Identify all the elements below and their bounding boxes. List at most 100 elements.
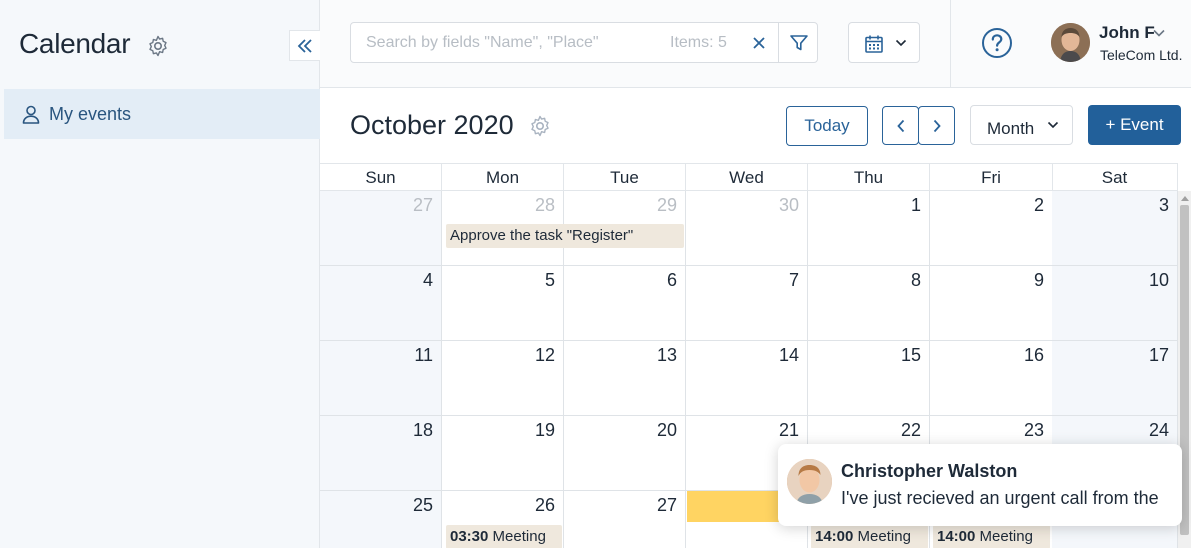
divider <box>950 0 951 88</box>
day-number: 8 <box>910 270 921 290</box>
event-time: 14:00 <box>815 528 854 545</box>
day-number: 5 <box>544 270 555 290</box>
day-cell[interactable]: 14 <box>686 341 808 416</box>
day-number: 12 <box>534 345 555 365</box>
day-number: 6 <box>666 270 677 290</box>
day-number: 4 <box>422 270 433 290</box>
day-number: 28 <box>534 195 555 215</box>
day-number: 16 <box>1023 345 1044 365</box>
weekday-header: Thu <box>808 164 930 191</box>
collapse-sidebar-button[interactable] <box>289 30 320 61</box>
weekday-header: Fri <box>930 164 1053 191</box>
event-meeting-thu[interactable]: 14:00 Meeting <box>811 525 928 548</box>
day-number: 15 <box>900 345 921 365</box>
event-title: Meeting <box>979 528 1033 545</box>
day-cell[interactable]: 12 <box>442 341 564 416</box>
chevron-down-icon[interactable] <box>1152 28 1166 38</box>
day-cell[interactable]: 15 <box>808 341 930 416</box>
day-cell[interactable]: 5 <box>442 266 564 341</box>
user-name[interactable]: John F <box>1099 23 1155 43</box>
event-title: Approve the task "Register" <box>450 227 634 244</box>
filter-button[interactable] <box>779 23 818 62</box>
highlighted-event[interactable] <box>687 491 781 522</box>
weekday-header: Tue <box>564 164 686 191</box>
user-avatar[interactable] <box>1051 23 1090 62</box>
day-number: 30 <box>778 195 799 215</box>
day-number: 27 <box>656 495 677 515</box>
user-company: TeleCom Ltd. <box>1100 47 1183 63</box>
close-icon <box>753 37 765 49</box>
day-cell[interactable]: 19 <box>442 416 564 491</box>
month-title: October 2020 <box>350 110 514 140</box>
day-number: 2 <box>1033 195 1044 215</box>
weekday-header: Wed <box>686 164 808 191</box>
previous-month-button[interactable] <box>882 106 919 145</box>
day-cell[interactable]: 18 <box>320 416 442 491</box>
search-box: Search by fields "Name", "Place" Items: … <box>350 22 818 63</box>
view-mode-select[interactable]: Month <box>970 105 1073 145</box>
day-cell[interactable]: 20 <box>564 416 686 491</box>
notification-sender: Christopher Walston <box>841 461 1018 481</box>
day-cell[interactable]: 3 <box>1052 191 1178 266</box>
day-cell[interactable]: 13 <box>564 341 686 416</box>
day-cell[interactable]: 1 <box>808 191 930 266</box>
day-cell[interactable]: 25 <box>320 491 442 548</box>
day-number: 23 <box>1023 420 1044 440</box>
day-cell[interactable]: 6 <box>564 266 686 341</box>
calendar-view-button[interactable] <box>848 22 920 63</box>
sender-avatar-image <box>787 459 832 504</box>
day-cell[interactable]: 17 <box>1052 341 1178 416</box>
event-meeting-mon[interactable]: 03:30 Meeting <box>446 525 562 548</box>
day-cell[interactable]: 11 <box>320 341 442 416</box>
user-avatar-image <box>1051 23 1090 62</box>
day-number: 22 <box>900 420 921 440</box>
day-cell[interactable]: 10 <box>1052 266 1178 341</box>
search-input[interactable]: Search by fields "Name", "Place" <box>366 34 599 52</box>
add-event-button[interactable]: + Event <box>1088 105 1181 145</box>
items-count: Items: 5 <box>670 34 727 51</box>
day-cell[interactable]: 9 <box>930 266 1053 341</box>
day-cell[interactable]: 8 <box>808 266 930 341</box>
event-title: Meeting <box>492 528 546 545</box>
day-number: 26 <box>534 495 555 515</box>
day-cell[interactable]: 7 <box>686 266 808 341</box>
event-time: 03:30 <box>450 528 489 545</box>
weekday-header: Mon <box>442 164 564 191</box>
chat-notification[interactable]: Christopher Walston I've just recieved a… <box>778 444 1182 526</box>
event-meeting-fri[interactable]: 14:00 Meeting <box>933 525 1050 548</box>
sidebar-item-my-events[interactable]: My events <box>4 89 320 139</box>
event-time: 14:00 <box>937 528 976 545</box>
day-number: 19 <box>534 420 555 440</box>
day-number: 14 <box>778 345 799 365</box>
day-number: 1 <box>910 195 921 215</box>
sender-avatar <box>787 459 832 504</box>
notification-message: I've just recieved an urgent call from t… <box>841 488 1159 508</box>
event-approve-task[interactable]: Approve the task "Register" <box>446 224 684 248</box>
weekday-header-row: Sun Mon Tue Wed Thu Fri Sat <box>320 163 1178 191</box>
filter-icon <box>789 34 808 50</box>
day-number: 11 <box>414 345 433 365</box>
chevron-down-icon <box>895 39 907 47</box>
day-number: 20 <box>656 420 677 440</box>
weekday-header: Sat <box>1052 164 1178 191</box>
settings-gear-icon[interactable] <box>146 34 170 58</box>
help-icon[interactable] <box>981 27 1013 59</box>
day-cell[interactable]: 27 <box>320 191 442 266</box>
day-cell[interactable]: 2 <box>930 191 1053 266</box>
settings-gear-icon[interactable] <box>528 114 552 138</box>
day-number: 3 <box>1158 195 1169 215</box>
day-number: 13 <box>656 345 677 365</box>
scroll-up-arrow[interactable] <box>1181 196 1189 201</box>
today-button[interactable]: Today <box>786 106 868 146</box>
day-number: 10 <box>1148 270 1169 290</box>
person-icon <box>22 105 40 124</box>
chevron-down-icon <box>1047 121 1059 129</box>
day-number: 18 <box>412 420 433 440</box>
day-cell[interactable]: 4 <box>320 266 442 341</box>
next-month-button[interactable] <box>918 106 955 145</box>
double-chevron-left-icon <box>297 38 312 53</box>
day-cell[interactable]: 16 <box>930 341 1053 416</box>
clear-search-button[interactable] <box>746 30 772 56</box>
day-cell[interactable]: 30 <box>686 191 808 266</box>
day-cell[interactable]: 27 <box>564 491 686 548</box>
